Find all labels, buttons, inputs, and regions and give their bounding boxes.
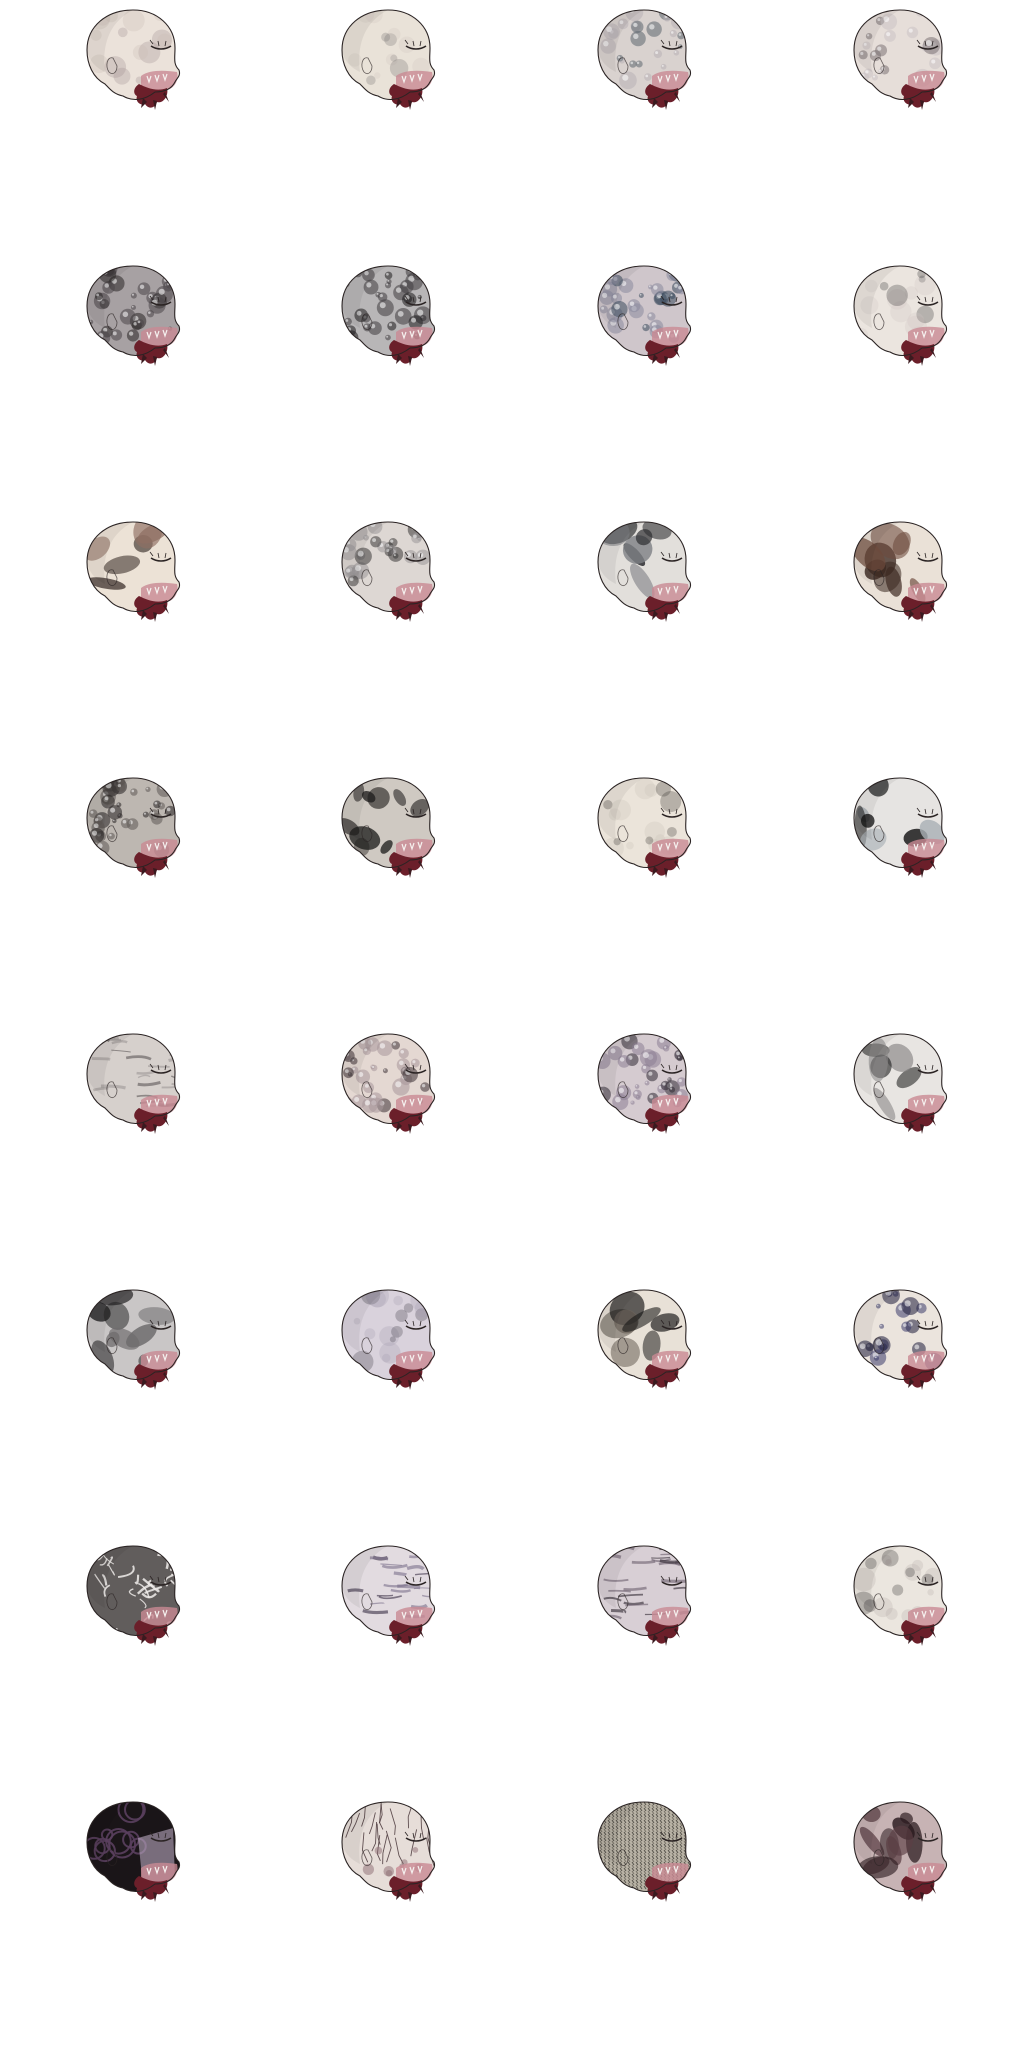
head-sprite-r1c4 [850, 6, 950, 116]
head-drawing [597, 777, 692, 878]
head-drawing [597, 265, 692, 366]
head-drawing [853, 1801, 948, 1902]
head-drawing [597, 9, 692, 110]
head-drawing [597, 521, 692, 622]
head-drawing [853, 1289, 948, 1390]
head-sprite-r5c4 [850, 1030, 950, 1140]
head-sprite-r2c2 [338, 262, 438, 372]
head-sprite-r8c4 [850, 1798, 950, 1908]
head-drawing [86, 1545, 181, 1646]
head-drawing [341, 777, 436, 878]
head-sprite-r1c1 [83, 6, 183, 116]
head-drawing [341, 1289, 436, 1390]
head-sprite-r2c4 [850, 262, 950, 372]
head-sprite-r7c2 [338, 1542, 438, 1652]
head-drawing [853, 9, 948, 110]
head-sprite-r8c3 [594, 1798, 694, 1908]
head-sprite-r2c3 [594, 262, 694, 372]
head-drawing [86, 1801, 181, 1902]
head-sprite-r4c1 [83, 774, 183, 884]
head-drawing [597, 1801, 692, 1902]
head-sprite-r2c1 [83, 262, 183, 372]
head-drawing [86, 1033, 181, 1134]
head-sprite-r4c3 [594, 774, 694, 884]
head-sprite-r3c4 [850, 518, 950, 628]
head-sprite-r3c2 [338, 518, 438, 628]
head-sprite-r8c1 [83, 1798, 183, 1908]
head-sprite-r5c3 [594, 1030, 694, 1140]
head-sprite-r3c3 [594, 518, 694, 628]
head-drawing [86, 777, 181, 878]
head-sprite-r6c3 [594, 1286, 694, 1396]
head-sprite-r1c2 [338, 6, 438, 116]
head-sprite-r7c3 [594, 1542, 694, 1652]
head-drawing [341, 9, 436, 110]
head-sprite-r7c1 [83, 1542, 183, 1652]
sprite-sheet [0, 0, 1024, 2048]
head-drawing [853, 265, 948, 366]
head-drawing [597, 1033, 692, 1134]
head-sprite-r4c4 [850, 774, 950, 884]
head-drawing [853, 1033, 948, 1134]
head-sprite-r6c4 [850, 1286, 950, 1396]
head-sprite-r3c1 [83, 518, 183, 628]
head-drawing [597, 1289, 692, 1390]
head-drawing [86, 521, 181, 622]
head-drawing [86, 1289, 181, 1390]
head-drawing [86, 265, 181, 366]
head-sprite-r1c3 [594, 6, 694, 116]
head-sprite-r6c2 [338, 1286, 438, 1396]
head-drawing [341, 1545, 436, 1646]
head-drawing [597, 1545, 692, 1646]
head-sprite-r4c2 [338, 774, 438, 884]
head-sprite-r6c1 [83, 1286, 183, 1396]
head-sprite-r5c2 [338, 1030, 438, 1140]
head-drawing [86, 9, 181, 110]
head-drawing [853, 777, 948, 878]
head-sprite-r5c1 [83, 1030, 183, 1140]
head-drawing [341, 521, 436, 622]
head-drawing [853, 1545, 948, 1646]
head-drawing [341, 265, 436, 366]
head-drawing [853, 521, 948, 622]
head-drawing [341, 1801, 436, 1902]
head-drawing [341, 1033, 436, 1134]
head-sprite-r8c2 [338, 1798, 438, 1908]
head-sprite-r7c4 [850, 1542, 950, 1652]
